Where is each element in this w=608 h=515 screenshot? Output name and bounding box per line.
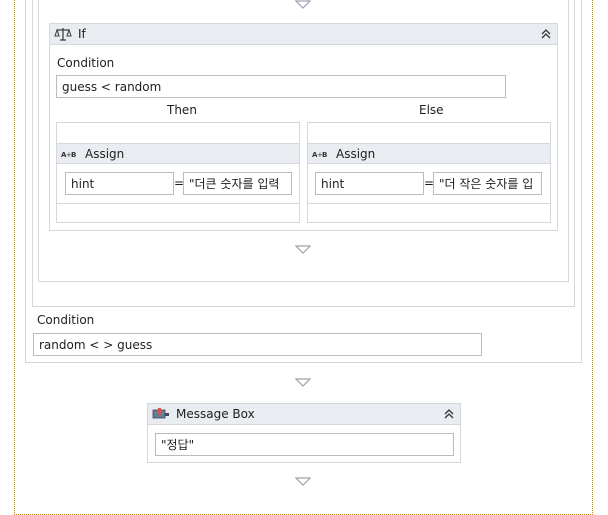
then-assign-header[interactable]: A + B Assign <box>57 144 299 164</box>
assign-ab-icon: A + B <box>312 151 327 159</box>
drop-target-arrow-icon[interactable] <box>295 477 311 487</box>
then-assign-to-input[interactable]: hint <box>65 172 174 195</box>
if-activity-header[interactable]: If <box>50 24 557 45</box>
drop-target-arrow-icon[interactable] <box>295 245 311 255</box>
message-box-header[interactable]: Message Box <box>148 404 460 425</box>
message-box-text-input[interactable]: "정답" <box>155 433 454 456</box>
drop-target-arrow-icon[interactable] <box>295 0 311 10</box>
drop-target-arrow-icon[interactable] <box>295 378 311 388</box>
assign-ab-icon: A + B <box>61 151 76 159</box>
then-assign-equals: = <box>174 176 185 190</box>
double-chevron-up-icon[interactable] <box>442 407 456 421</box>
do-while-condition-label: Condition <box>37 313 95 327</box>
if-scale-icon <box>54 28 72 41</box>
message-box-icon <box>152 408 169 419</box>
else-label: Else <box>419 103 444 117</box>
if-condition-input[interactable]: guess < random <box>56 75 506 98</box>
message-box-title: Message Box <box>176 407 255 421</box>
do-while-condition-input[interactable]: random < > guess <box>33 333 482 356</box>
then-label: Then <box>167 103 197 117</box>
then-assign-title: Assign <box>85 146 125 161</box>
if-condition-label: Condition <box>57 56 115 70</box>
else-assign-value-input[interactable]: "더 작은 숫자를 입 <box>433 172 542 195</box>
then-assign-value-input[interactable]: "더큰 숫자를 입력 <box>183 172 292 195</box>
if-title: If <box>78 27 86 41</box>
else-assign-equals: = <box>424 176 435 190</box>
else-assign-to-input[interactable]: hint <box>315 172 424 195</box>
else-assign-title: Assign <box>336 146 376 161</box>
else-assign-header[interactable]: A + B Assign <box>308 144 550 164</box>
double-chevron-up-icon[interactable] <box>539 27 553 41</box>
svg-text:B: B <box>322 151 327 159</box>
svg-text:B: B <box>71 151 76 159</box>
